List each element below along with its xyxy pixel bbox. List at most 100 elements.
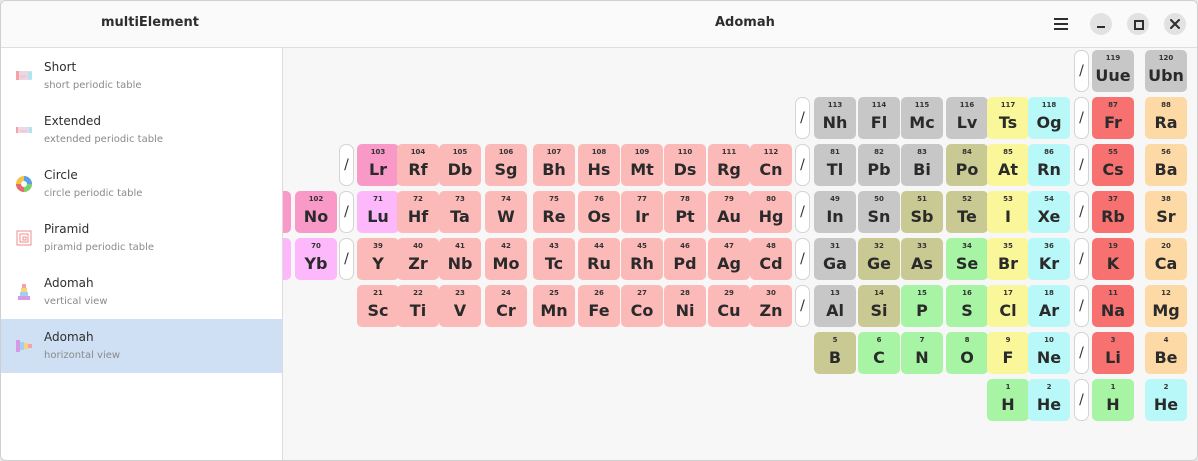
- element-cell[interactable]: 117 Ts: [987, 97, 1029, 139]
- separator-toggle[interactable]: /: [1074, 379, 1089, 421]
- element-cell[interactable]: 7N: [901, 332, 943, 374]
- element-cell-partial[interactable]: [283, 238, 291, 280]
- element-cell[interactable]: 49 In: [814, 191, 856, 233]
- element-cell[interactable]: 38 Sr: [1145, 191, 1187, 233]
- separator-toggle[interactable]: /: [795, 191, 810, 233]
- element-cell[interactable]: 88 Ra: [1145, 97, 1187, 139]
- element-cell[interactable]: 106 Sg: [485, 144, 527, 186]
- element-cell[interactable]: 31 Ga: [814, 238, 856, 280]
- separator-toggle[interactable]: /: [1074, 50, 1089, 92]
- element-cell[interactable]: 43 Tc: [533, 238, 575, 280]
- sidebar-item-circle[interactable]: Circle circle periodic table: [1, 157, 282, 211]
- element-cell[interactable]: 119 Uue: [1092, 50, 1134, 92]
- element-cell[interactable]: 56 Ba: [1145, 144, 1187, 186]
- element-cell[interactable]: 47 Ag: [708, 238, 750, 280]
- separator-toggle[interactable]: /: [339, 238, 354, 280]
- element-cell[interactable]: 2 He: [1145, 379, 1187, 421]
- separator-toggle[interactable]: /: [1074, 97, 1089, 139]
- element-cell[interactable]: 84 Po: [946, 144, 988, 186]
- element-cell[interactable]: 77 Ir: [621, 191, 663, 233]
- element-cell[interactable]: 19 K: [1092, 238, 1134, 280]
- element-cell[interactable]: 76 Os: [578, 191, 620, 233]
- element-cell[interactable]: 1H: [1092, 379, 1134, 421]
- element-cell[interactable]: 52 Te: [946, 191, 988, 233]
- hamburger-menu-icon[interactable]: [1049, 12, 1073, 36]
- element-cell[interactable]: 102 No: [295, 191, 337, 233]
- element-cell[interactable]: 23 V: [439, 285, 481, 327]
- element-cell[interactable]: 54 Xe: [1028, 191, 1070, 233]
- element-cell[interactable]: 108 Hs: [578, 144, 620, 186]
- minimize-button[interactable]: [1090, 13, 1112, 35]
- element-cell[interactable]: 85 At: [987, 144, 1029, 186]
- element-cell[interactable]: 71 Lu: [357, 191, 399, 233]
- sidebar-item-extended[interactable]: Extended extended periodic table: [1, 103, 282, 157]
- element-cell[interactable]: 37 Rb: [1092, 191, 1134, 233]
- separator-toggle[interactable]: /: [1074, 144, 1089, 186]
- maximize-button[interactable]: [1127, 13, 1149, 35]
- element-cell[interactable]: 53 I: [987, 191, 1029, 233]
- element-cell[interactable]: 104 Rf: [397, 144, 439, 186]
- element-cell[interactable]: 10 Ne: [1028, 332, 1070, 374]
- element-cell[interactable]: 12 Mg: [1145, 285, 1187, 327]
- element-cell[interactable]: 44 Ru: [578, 238, 620, 280]
- element-cell[interactable]: 118 Og: [1028, 97, 1070, 139]
- element-cell[interactable]: 39 Y: [357, 238, 399, 280]
- element-cell[interactable]: 72 Hf: [397, 191, 439, 233]
- element-cell[interactable]: 83 Bi: [901, 144, 943, 186]
- separator-toggle[interactable]: /: [795, 144, 810, 186]
- element-cell[interactable]: 120 Ubn: [1145, 50, 1187, 92]
- element-cell[interactable]: 42 Mo: [485, 238, 527, 280]
- element-cell[interactable]: 115 Mc: [901, 97, 943, 139]
- element-cell[interactable]: 113 Nh: [814, 97, 856, 139]
- element-cell[interactable]: 78 Pt: [664, 191, 706, 233]
- element-cell[interactable]: 14 Si: [858, 285, 900, 327]
- sidebar-item-adomah-vertical[interactable]: Adomah vertical view: [1, 265, 282, 319]
- sidebar-item-piramid[interactable]: Piramid piramid periodic table: [1, 211, 282, 265]
- element-cell[interactable]: 29 Cu: [708, 285, 750, 327]
- element-cell[interactable]: 112 Cn: [750, 144, 792, 186]
- element-cell[interactable]: 75 Re: [533, 191, 575, 233]
- element-cell[interactable]: 1H: [987, 379, 1029, 421]
- close-button[interactable]: [1164, 13, 1186, 35]
- element-cell[interactable]: 45 Rh: [621, 238, 663, 280]
- separator-toggle[interactable]: /: [795, 238, 810, 280]
- sidebar-item-adomah-horizontal[interactable]: Adomah horizontal view: [1, 319, 282, 373]
- separator-toggle[interactable]: /: [339, 191, 354, 233]
- element-cell[interactable]: 25 Mn: [533, 285, 575, 327]
- element-cell[interactable]: 32 Ge: [858, 238, 900, 280]
- element-cell[interactable]: 9F: [987, 332, 1029, 374]
- element-cell[interactable]: 73 Ta: [439, 191, 481, 233]
- element-cell[interactable]: 6C: [858, 332, 900, 374]
- element-cell[interactable]: 2 He: [1028, 379, 1070, 421]
- element-cell[interactable]: 110 Ds: [664, 144, 706, 186]
- element-cell[interactable]: 46 Pd: [664, 238, 706, 280]
- separator-toggle[interactable]: /: [795, 285, 810, 327]
- element-cell[interactable]: 74 W: [485, 191, 527, 233]
- element-cell[interactable]: 30 Zn: [750, 285, 792, 327]
- element-cell[interactable]: 114 Fl: [858, 97, 900, 139]
- element-cell[interactable]: 20 Ca: [1145, 238, 1187, 280]
- element-cell[interactable]: 24 Cr: [485, 285, 527, 327]
- element-cell[interactable]: 50 Sn: [858, 191, 900, 233]
- separator-toggle[interactable]: /: [1074, 191, 1089, 233]
- element-cell[interactable]: 81 Tl: [814, 144, 856, 186]
- element-cell[interactable]: 48 Cd: [750, 238, 792, 280]
- separator-toggle[interactable]: /: [339, 144, 354, 186]
- element-cell[interactable]: 82 Pb: [858, 144, 900, 186]
- separator-toggle[interactable]: /: [795, 97, 810, 139]
- element-cell[interactable]: 34 Se: [946, 238, 988, 280]
- element-cell[interactable]: 103 Lr: [357, 144, 399, 186]
- separator-toggle[interactable]: /: [1074, 285, 1089, 327]
- element-cell[interactable]: 116 Lv: [946, 97, 988, 139]
- element-cell[interactable]: 41 Nb: [439, 238, 481, 280]
- element-cell[interactable]: 18 Ar: [1028, 285, 1070, 327]
- element-cell[interactable]: 13 Al: [814, 285, 856, 327]
- separator-toggle[interactable]: /: [1074, 238, 1089, 280]
- element-cell[interactable]: 21 Sc: [357, 285, 399, 327]
- element-cell[interactable]: 5B: [814, 332, 856, 374]
- element-cell[interactable]: 87 Fr: [1092, 97, 1134, 139]
- element-cell[interactable]: 80 Hg: [750, 191, 792, 233]
- element-cell[interactable]: 11 Na: [1092, 285, 1134, 327]
- sidebar-item-short[interactable]: Short short periodic table: [1, 49, 282, 103]
- element-cell[interactable]: 111 Rg: [708, 144, 750, 186]
